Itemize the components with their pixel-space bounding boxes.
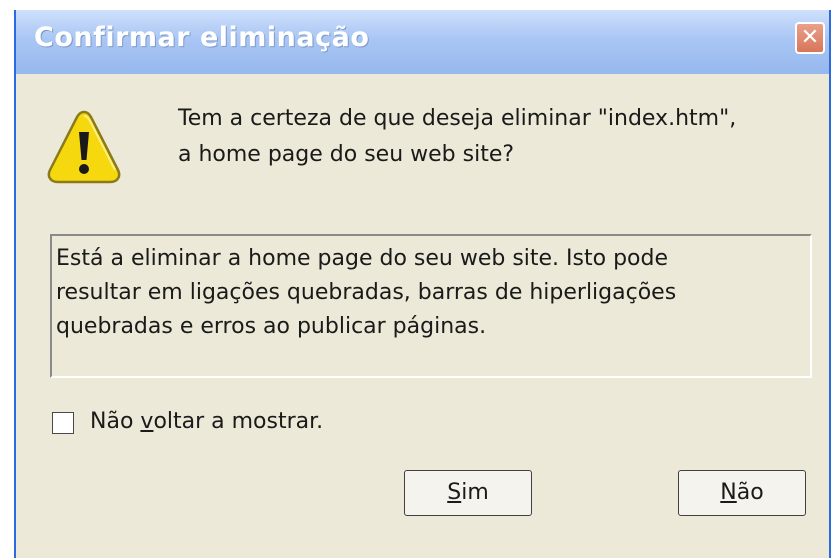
confirm-delete-dialog: Confirmar eliminação ✕ Tem a certeza de … <box>14 10 831 558</box>
dont-show-again-label[interactable]: Não voltar a mostrar. <box>90 409 323 434</box>
dialog-title: Confirmar eliminação <box>34 22 370 53</box>
title-bar[interactable]: Confirmar eliminação ✕ <box>16 10 829 74</box>
details-line-1: Está a eliminar a home page do seu web s… <box>56 246 668 271</box>
dont-show-again-checkbox[interactable] <box>52 412 74 434</box>
close-button[interactable]: ✕ <box>795 22 825 54</box>
confirm-message-line-1: Tem a certeza de que deseja eliminar "in… <box>178 106 737 131</box>
no-button[interactable]: Não <box>678 470 806 516</box>
yes-button[interactable]: Sim <box>404 470 532 516</box>
details-line-3: quebradas e erros ao publicar páginas. <box>56 314 487 339</box>
close-icon: ✕ <box>800 25 820 50</box>
details-line-2: resultar em ligações quebradas, barras d… <box>56 280 677 305</box>
details-text-box[interactable]: Está a eliminar a home page do seu web s… <box>50 234 812 378</box>
confirm-message-line-2: a home page do seu web site? <box>178 142 515 167</box>
warning-icon <box>47 110 121 184</box>
